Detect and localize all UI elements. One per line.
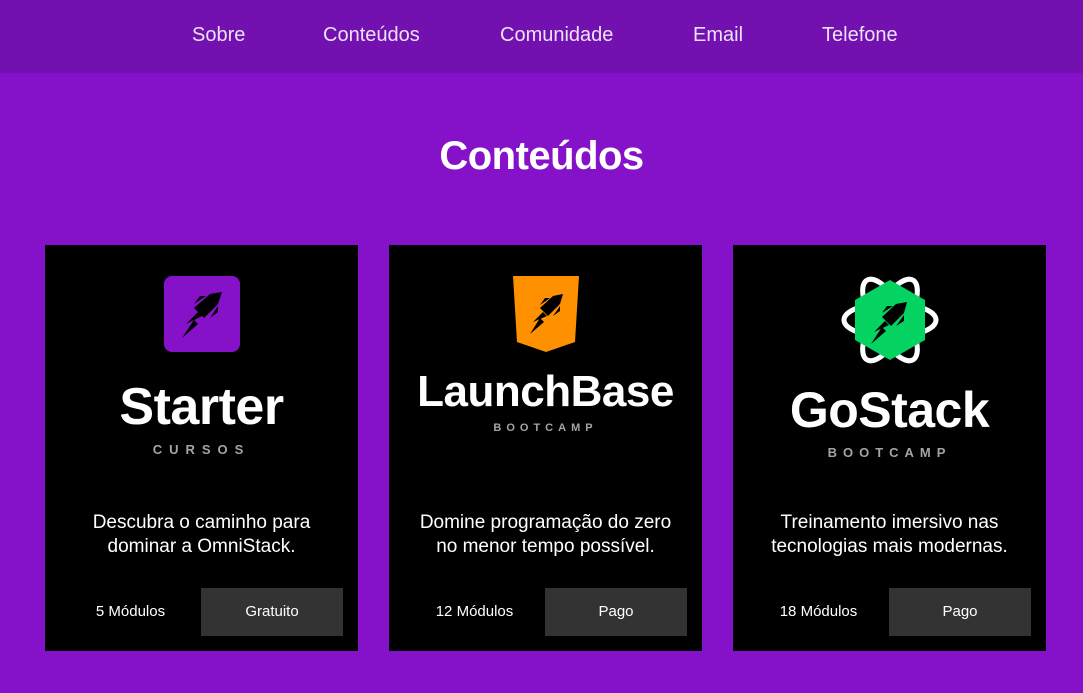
- card-kind-label: BOOTCAMP: [493, 422, 598, 434]
- nav-link-email[interactable]: Email: [693, 24, 743, 47]
- card-description: Descubra o caminho para dominar a OmniSt…: [92, 512, 311, 557]
- card-brand-name: LaunchBase: [417, 367, 674, 416]
- page-title: Conteúdos: [439, 134, 644, 178]
- nav-link-conteudos[interactable]: Conteúdos: [323, 24, 420, 47]
- card-modules-count: 18 Módulos: [779, 603, 858, 620]
- gostack-rocket-icon: [733, 276, 1046, 369]
- card-description: Domine programação do zero no menor temp…: [419, 512, 672, 557]
- nav-link-telefone[interactable]: Telefone: [822, 24, 898, 47]
- card-brand-name: GoStack: [789, 382, 990, 438]
- course-card-starter[interactable]: Starter CURSOS Descubra o caminho para d…: [45, 245, 358, 651]
- card-price-button[interactable]: Gratuito: [201, 588, 343, 636]
- card-price-button[interactable]: Pago: [545, 588, 687, 636]
- course-card-gostack[interactable]: GoStack BOOTCAMP Treinamento imersivo na…: [733, 245, 1046, 651]
- nav-link-comunidade[interactable]: Comunidade: [500, 24, 613, 47]
- starter-rocket-icon: [45, 276, 358, 357]
- top-navigation-bar: Sobre Conteúdos Comunidade Email Telefon…: [0, 0, 1083, 73]
- card-description: Treinamento imersivo nas tecnologias mai…: [771, 512, 1008, 557]
- card-modules-count: 5 Módulos: [95, 603, 166, 620]
- card-kind-label: BOOTCAMP: [827, 445, 952, 460]
- card-modules-count: 12 Módulos: [435, 603, 514, 620]
- card-brand-name: Starter: [119, 378, 284, 436]
- nav-link-sobre[interactable]: Sobre: [192, 24, 245, 47]
- card-price-button[interactable]: Pago: [889, 588, 1031, 636]
- card-kind-label: CURSOS: [152, 442, 251, 457]
- launchbase-rocket-icon: [389, 276, 702, 357]
- course-card-launchbase[interactable]: LaunchBase BOOTCAMP Domine programação d…: [389, 245, 702, 651]
